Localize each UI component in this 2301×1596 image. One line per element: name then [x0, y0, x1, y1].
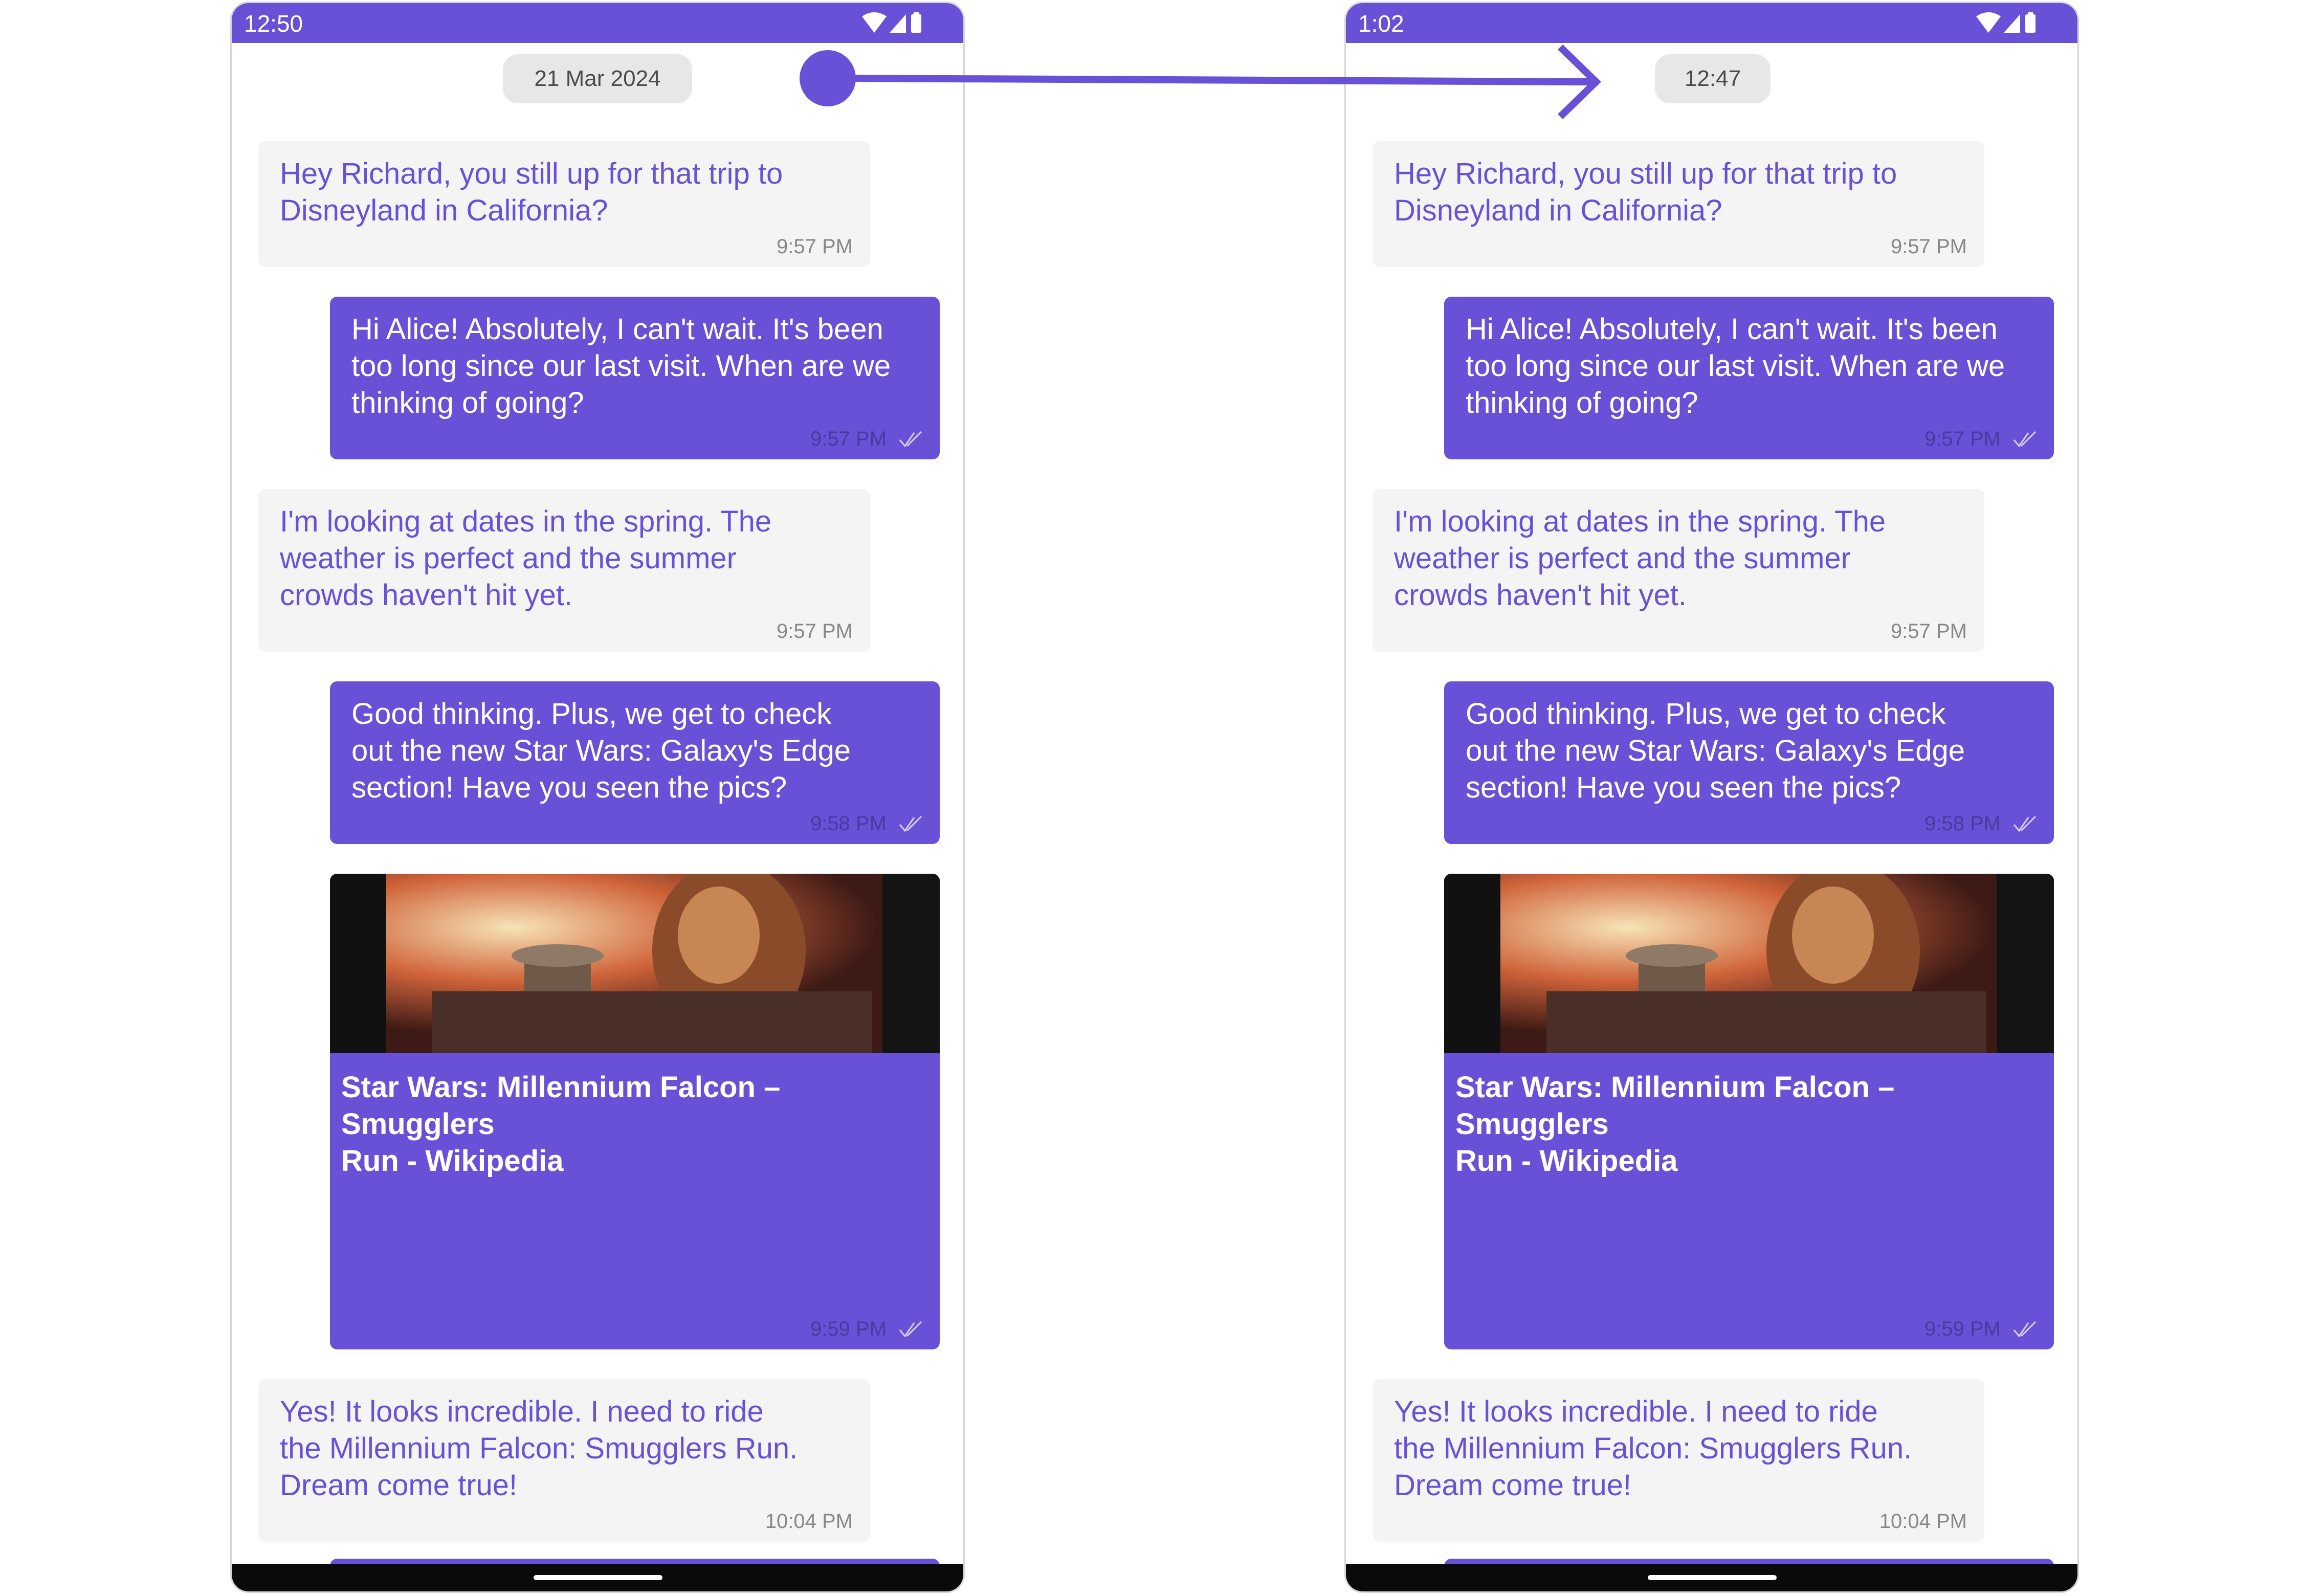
message-text: I'm looking at dates in the spring. The …	[280, 505, 772, 612]
check-icon	[899, 431, 922, 448]
message-bubble-incoming[interactable]: Hey Richard, you still up for that trip …	[258, 141, 870, 267]
check-icon	[2013, 431, 2037, 448]
navigation-bar	[1346, 1564, 2077, 1591]
link-preview-bubble[interactable]: Star Wars: Millennium Falcon – Smugglers…	[1444, 874, 2054, 1349]
message-text: Good thinking. Plus, we get to check out…	[1466, 697, 1965, 804]
check-icon	[899, 1321, 922, 1338]
message-time: 9:57 PM	[777, 235, 853, 258]
status-time: 12:50	[244, 10, 303, 37]
message-time: 9:57 PM	[810, 428, 887, 450]
status-bar: 1:02	[1346, 3, 2077, 43]
message-text: Yes! It looks incredible. I need to ride…	[1394, 1395, 1912, 1502]
message-time: 9:59 PM	[810, 1318, 887, 1340]
link-preview-title: Star Wars: Millennium Falcon – Smugglers…	[341, 1071, 781, 1178]
date-separator: 21 Mar 2024	[503, 54, 692, 103]
phone-screen-before: 12:50 21 Mar 2024 Hey Richard, you still…	[230, 2, 965, 1593]
message-time: 9:57 PM	[1891, 620, 1967, 642]
message-time: 9:59 PM	[1924, 1318, 2001, 1340]
message-time: 9:58 PM	[810, 812, 887, 835]
home-handle[interactable]	[1648, 1575, 1777, 1580]
message-bubble-incoming[interactable]: Yes! It looks incredible. I need to ride…	[258, 1379, 870, 1542]
link-preview-title: Star Wars: Millennium Falcon – Smugglers…	[1455, 1071, 1895, 1178]
battery-icon	[911, 14, 921, 33]
check-icon	[2013, 815, 2037, 832]
message-text: Hi Alice! Absolutely, I can't wait. It's…	[1466, 313, 2005, 419]
message-bubble-incoming[interactable]: Yes! It looks incredible. I need to ride…	[1373, 1379, 1984, 1542]
message-time: 9:58 PM	[1924, 812, 2001, 835]
message-text: Hey Richard, you still up for that trip …	[280, 157, 783, 227]
signal-icon	[890, 14, 906, 33]
status-icons	[1974, 11, 2036, 36]
message-bubble-incoming[interactable]: I'm looking at dates in the spring. The …	[1373, 489, 1984, 652]
wifi-icon	[862, 12, 887, 33]
message-bubble-incoming[interactable]: Hey Richard, you still up for that trip …	[1373, 141, 1984, 267]
battery-icon	[2025, 14, 2036, 33]
message-bubble-outgoing[interactable]: Good thinking. Plus, we get to check out…	[1444, 681, 2054, 844]
link-preview-image[interactable]	[330, 874, 940, 1053]
date-separator: 12:47	[1655, 54, 1771, 103]
message-text: I'm looking at dates in the spring. The …	[1394, 505, 1886, 612]
check-icon	[899, 815, 922, 832]
status-bar: 12:50	[232, 3, 963, 43]
message-text: Yes! It looks incredible. I need to ride…	[280, 1395, 798, 1502]
link-preview-bubble[interactable]: Star Wars: Millennium Falcon – Smugglers…	[330, 874, 940, 1349]
message-bubble-outgoing[interactable]: Hi Alice! Absolutely, I can't wait. It's…	[330, 297, 940, 459]
message-time: 10:04 PM	[1879, 1510, 1967, 1533]
phone-screen-after: 1:02 12:47 Hey Richard, you still up for…	[1344, 2, 2079, 1593]
wifi-icon	[1976, 12, 2001, 33]
link-preview-image[interactable]	[1444, 874, 2054, 1053]
message-text: Hi Alice! Absolutely, I can't wait. It's…	[351, 313, 891, 419]
message-time: 10:04 PM	[765, 1510, 853, 1533]
message-time: 9:57 PM	[777, 620, 853, 642]
check-icon	[2013, 1321, 2037, 1338]
message-time: 9:57 PM	[1891, 235, 1967, 258]
home-handle[interactable]	[534, 1575, 662, 1580]
navigation-bar	[232, 1564, 963, 1591]
status-icons	[860, 11, 921, 36]
message-time: 9:57 PM	[1924, 428, 2001, 450]
status-time: 1:02	[1358, 10, 1404, 37]
annotation-arrow-icon	[800, 44, 1602, 120]
message-bubble-outgoing[interactable]: Hi Alice! Absolutely, I can't wait. It's…	[1444, 297, 2054, 459]
signal-icon	[2004, 14, 2020, 33]
message-text: Good thinking. Plus, we get to check out…	[351, 697, 851, 804]
message-bubble-outgoing[interactable]: Good thinking. Plus, we get to check out…	[330, 681, 940, 844]
message-bubble-incoming[interactable]: I'm looking at dates in the spring. The …	[258, 489, 870, 652]
message-text: Hey Richard, you still up for that trip …	[1394, 157, 1897, 227]
